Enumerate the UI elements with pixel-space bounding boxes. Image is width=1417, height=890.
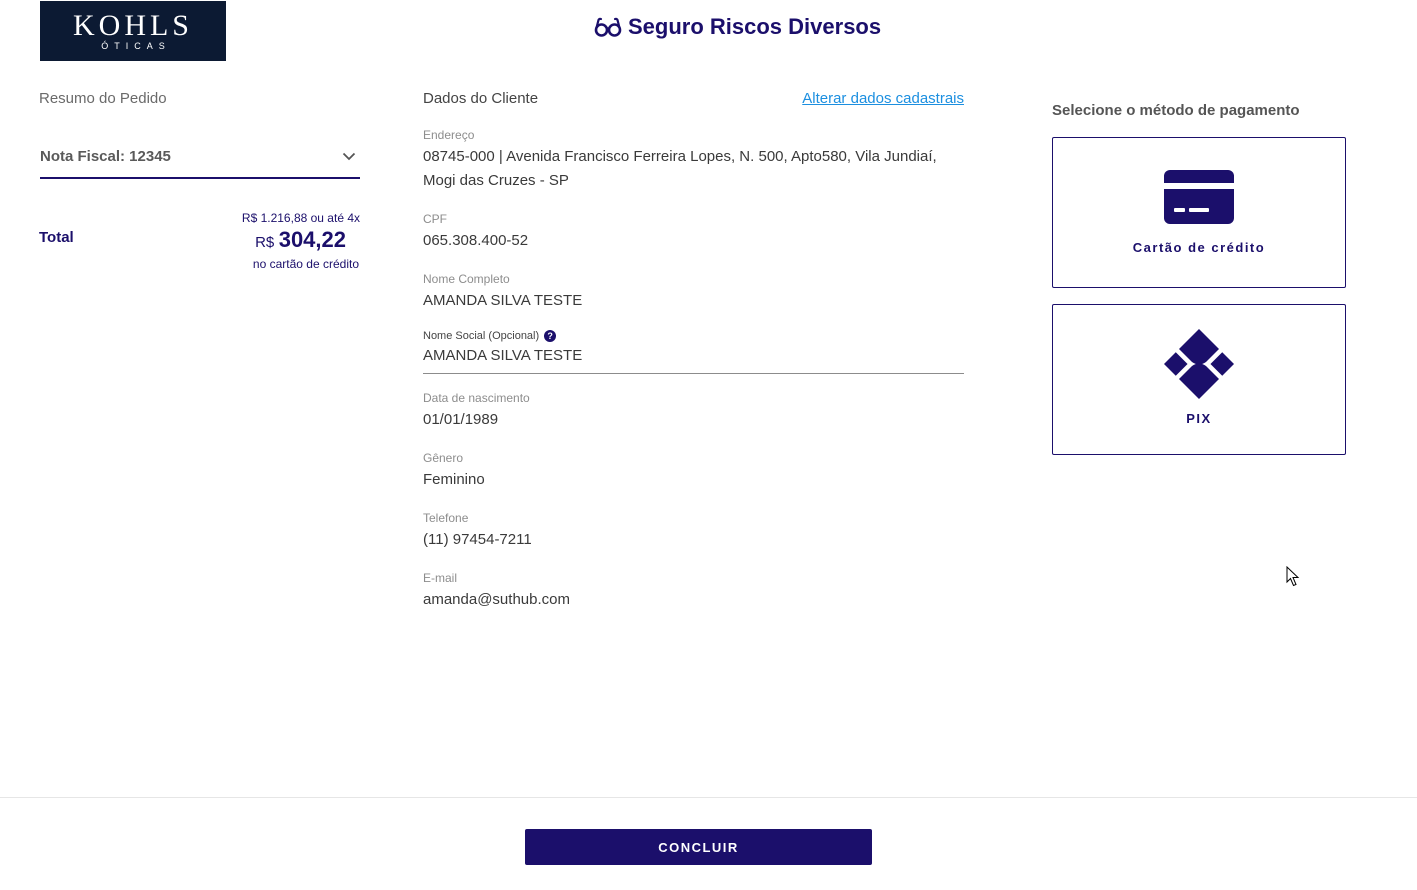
mouse-cursor-icon [1286,566,1300,587]
credit-card-option[interactable]: Cartão de crédito [1052,137,1346,288]
credit-card-icon [1164,170,1234,224]
invoice-label: Nota Fiscal: 12345 [40,148,171,165]
email-value: amanda@suthub.com [423,591,570,608]
address-label: Endereço [423,128,475,142]
birth-date-value: 01/01/1989 [423,411,499,428]
phone-field: Telefone (11) 97454-7211 [423,510,964,552]
social-name-label-row: Nome Social (Opcional) ? [423,328,964,344]
edit-registration-link[interactable]: Alterar dados cadastrais [802,90,964,107]
phone-value: (11) 97454-7211 [423,531,532,548]
logo-brand: KOHLS [72,8,193,42]
currency-symbol: R$ [255,234,275,251]
full-name-value: AMANDA SILVA TESTE [423,292,583,309]
credit-card-label: Cartão de crédito [1132,240,1266,255]
gender-label: Gênero [423,451,464,465]
kohls-logo: KOHLS ÓTICAS [40,1,226,61]
help-icon[interactable]: ? [544,330,557,342]
pix-option[interactable]: PIX [1052,304,1346,455]
glasses-icon [594,17,622,37]
full-price-text: R$ 1.216,88 ou até 4x [241,211,360,225]
birth-date-field: Data de nascimento 01/01/1989 [423,390,964,432]
payment-note: no cartão de crédito [252,257,359,271]
payment-method-heading: Selecione o método de pagamento [1052,102,1300,119]
cpf-label: CPF [423,212,447,226]
footer-divider [0,797,1417,798]
price-summary: R$ 1.216,88 ou até 4x R$ 304,22 no cartã… [242,210,360,271]
full-name-field: Nome Completo AMANDA SILVA TESTE [423,271,964,313]
total-label: Total [39,229,74,246]
installment-amount: 304,22 [278,227,346,252]
client-data-heading: Dados do Cliente [423,90,539,107]
logo-subtitle: ÓTICAS [101,40,171,51]
page-title: Seguro Riscos Diversos [594,14,881,40]
chevron-down-icon [342,152,356,161]
birth-date-label: Data de nascimento [423,391,530,405]
address-field: Endereço 08745-000 | Avenida Francisco F… [423,127,964,193]
invoice-dropdown[interactable]: Nota Fiscal: 12345 [40,136,360,179]
social-name-field: Nome Social (Opcional) ? [423,328,964,374]
installment-price: R$ 304,22 [242,226,346,257]
pix-icon [1164,329,1234,399]
cpf-value: 065.308.400-52 [423,232,529,249]
email-label: E-mail [423,571,458,585]
page-title-text: Seguro Riscos Diversos [628,14,882,39]
gender-field: Gênero Feminino [423,450,964,492]
conclude-button[interactable]: CONCLUIR [525,829,872,865]
order-summary-heading: Resumo do Pedido [39,90,167,107]
pix-label: PIX [1186,411,1212,426]
full-name-label: Nome Completo [423,272,510,286]
phone-label: Telefone [423,511,469,525]
cpf-field: CPF 065.308.400-52 [423,211,964,253]
email-field: E-mail amanda@suthub.com [423,570,964,612]
gender-value: Feminino [423,471,485,488]
social-name-input[interactable] [423,347,964,364]
address-value: 08745-000 | Avenida Francisco Ferreira L… [423,148,937,189]
social-name-label: Nome Social (Opcional) [423,330,540,342]
